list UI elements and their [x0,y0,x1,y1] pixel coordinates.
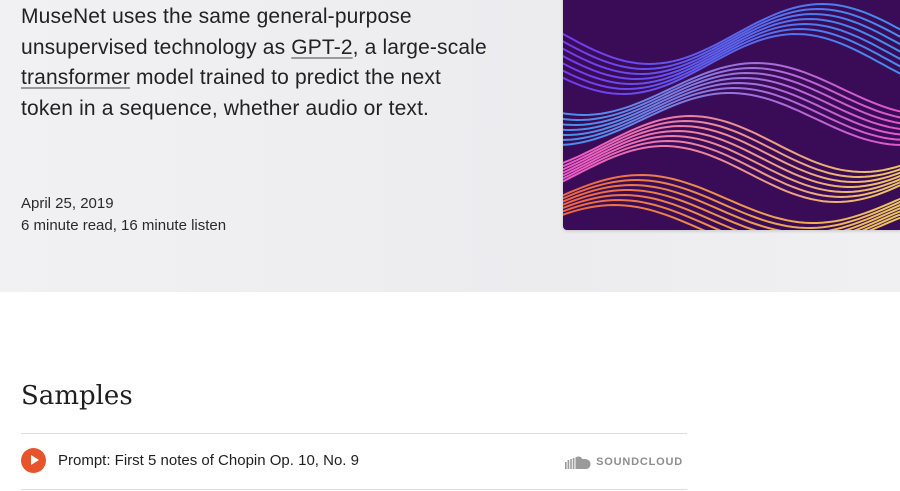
soundcloud-icon [565,456,591,469]
soundcloud-label: SOUNDCLOUD [596,456,683,468]
sample-item[interactable]: Prompt: First 5 notes of Chopin Op. 10, … [21,434,687,489]
read-time: 6 minute read, 16 minute listen [21,217,227,234]
intro-text-2: , a large-scale [352,35,487,59]
transformer-link[interactable]: transformer [21,66,130,89]
article-intro: MuseNet uses the same general-purpose un… [21,2,491,124]
wave-line [563,7,900,71]
wave-artwork [563,2,900,230]
wave-line [563,76,900,132]
hero-artwork [563,0,900,230]
divider-bottom [21,489,687,490]
samples-heading: Samples [21,381,133,411]
play-button[interactable] [21,448,46,473]
hero-section: MuseNet uses the same general-purpose un… [0,0,900,292]
sample-prompt-label: Prompt: First 5 notes of Chopin Op. 10, … [58,452,359,469]
article-meta: April 25, 2019 6 minute read, 16 minute … [21,193,226,237]
wave-line [563,139,900,199]
gpt2-link[interactable]: GPT-2 [291,36,352,59]
soundcloud-brand[interactable]: SOUNDCLOUD [565,455,683,469]
publish-date: April 25, 2019 [21,195,114,212]
play-icon [31,455,39,465]
